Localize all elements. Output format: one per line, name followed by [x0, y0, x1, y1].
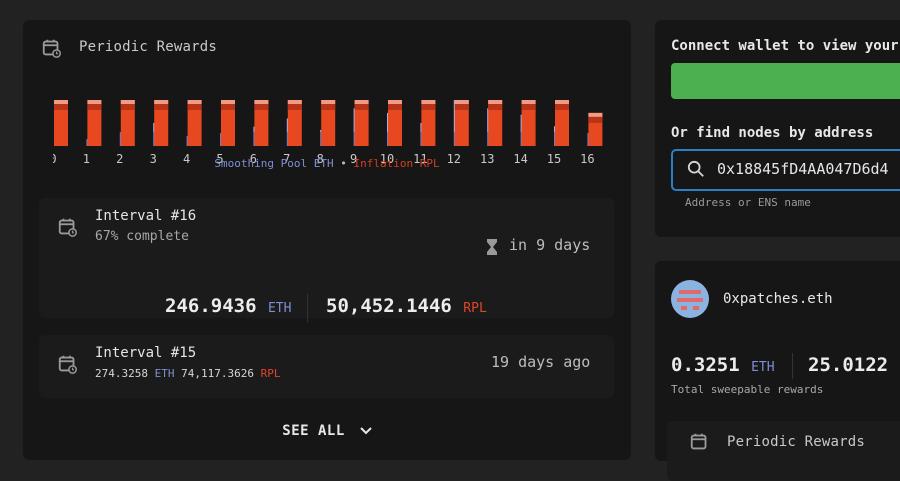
see-all-button[interactable]: SEE ALL — [23, 423, 631, 439]
divider — [792, 353, 793, 379]
rpl-unit: RPL — [260, 367, 281, 380]
calendar-clock-icon — [42, 39, 61, 58]
node-periodic-title: Periodic Rewards — [727, 434, 866, 450]
rpl-bar-band — [287, 104, 302, 110]
rpl-bar-band — [87, 104, 102, 110]
address-search-field[interactable]: 0x18845fD4AA047D6d4 — [671, 149, 900, 191]
rpl-bar-band — [187, 104, 202, 110]
hourglass-icon — [487, 239, 497, 255]
see-all-label: SEE ALL — [282, 423, 345, 439]
eth-unit: ETH — [267, 301, 292, 316]
node-eth-total: 0.3251 ETH — [671, 354, 775, 376]
periodic-rewards-panel: Periodic Rewards 01234567891011121314151… — [23, 20, 631, 460]
rpl-bar-band — [54, 104, 68, 110]
rpl-bar-cap — [354, 100, 369, 104]
rpl-bar-band — [588, 116, 603, 123]
rpl-bar-band — [321, 104, 336, 110]
interval-eta: in 9 days — [509, 236, 591, 254]
address-hint: Address or ENS name — [685, 196, 811, 209]
chevron-down-icon — [360, 427, 372, 435]
rpl-bar-cap — [588, 112, 603, 117]
legend-rpl: Inflation RPL — [353, 157, 440, 170]
rpl-bar-cap — [254, 100, 269, 104]
rpl-bar-band — [354, 104, 369, 110]
rpl-bar-cap — [488, 100, 503, 104]
eth-value: 274.3258 — [95, 367, 148, 380]
rpl-bar-band — [454, 104, 469, 110]
find-label: Or find nodes by address — [671, 125, 874, 141]
legend-separator: • — [340, 157, 347, 170]
rpl-bar-band — [421, 104, 436, 110]
eth-unit: ETH — [154, 367, 175, 380]
rpl-bar-cap — [87, 100, 102, 104]
sweepable-caption: Total sweepable rewards — [671, 383, 824, 396]
rpl-bar-band — [254, 104, 269, 110]
eth-value: 0.3251 — [671, 354, 740, 376]
rpl-bar-band — [388, 104, 402, 110]
rpl-unit: RPL — [463, 301, 487, 316]
rpl-bar-cap — [54, 100, 68, 104]
rewards-bar-chart: 012345678910111213141516 — [53, 100, 603, 166]
connect-label: Connect wallet to view your — [671, 38, 899, 54]
calendar-clock-icon — [58, 218, 77, 237]
connect-wallet-button[interactable] — [671, 63, 900, 99]
panel-title: Periodic Rewards — [79, 39, 218, 55]
chart-legend: Smoothing Pool ETH • Inflation RPL — [23, 157, 631, 170]
rpl-bar-cap — [154, 100, 169, 104]
interval-eth-total: 246.9436 ETH — [165, 295, 291, 317]
interval-16-card[interactable]: Interval #16 67% complete in 9 days 246.… — [39, 198, 614, 322]
interval-progress: 67% complete — [95, 229, 189, 244]
avatar-pattern — [677, 290, 703, 310]
legend-eth: Smoothing Pool ETH — [214, 157, 334, 170]
rpl-value: 50,452.1446 — [326, 295, 452, 317]
node-panel: 0xpatches.eth 0.3251 ETH 25.0122 Total s… — [655, 261, 900, 481]
rpl-bar-band — [120, 104, 135, 110]
rpl-bar-cap — [287, 100, 302, 104]
divider — [307, 294, 308, 322]
rpl-value: 74,117.3626 — [181, 367, 254, 380]
rpl-bar-cap — [120, 100, 135, 104]
interval-totals: 274.3258 ETH 74,117.3626 RPL — [95, 367, 280, 380]
address-input-value: 0x18845fD4AA047D6d4 — [717, 160, 889, 178]
node-periodic-card[interactable]: Periodic Rewards — [667, 421, 900, 481]
rpl-bar-cap — [421, 100, 436, 104]
rpl-bar-cap — [454, 100, 469, 104]
rpl-bar-cap — [555, 100, 569, 104]
rpl-bar-band — [488, 104, 503, 110]
search-icon — [687, 160, 704, 177]
avatar — [671, 280, 709, 318]
connect-panel: Connect wallet to view your Or find node… — [655, 20, 900, 237]
ens-name: 0xpatches.eth — [723, 291, 833, 307]
rpl-bar-cap — [221, 100, 235, 104]
rpl-bar-band — [221, 104, 235, 110]
eth-unit: ETH — [751, 360, 775, 375]
rpl-bar-cap — [521, 100, 536, 104]
rpl-bar-band — [521, 104, 536, 110]
interval-15-card[interactable]: Interval #15 274.3258 ETH 74,117.3626 RP… — [39, 335, 614, 398]
interval-rpl-total: 50,452.1446 RPL — [326, 295, 487, 317]
rpl-bar-cap — [388, 100, 402, 104]
rpl-bar-band — [555, 104, 569, 110]
eth-value: 246.9436 — [165, 295, 257, 317]
rpl-bar-band — [154, 104, 169, 110]
rpl-bar-cap — [321, 100, 336, 104]
calendar-clock-icon — [58, 355, 77, 374]
node-rpl-total: 25.0122 — [808, 354, 889, 376]
interval-title: Interval #15 — [95, 345, 197, 361]
rpl-bar-cap — [187, 100, 202, 104]
interval-title: Interval #16 — [95, 208, 197, 224]
interval-ago: 19 days ago — [491, 353, 591, 371]
